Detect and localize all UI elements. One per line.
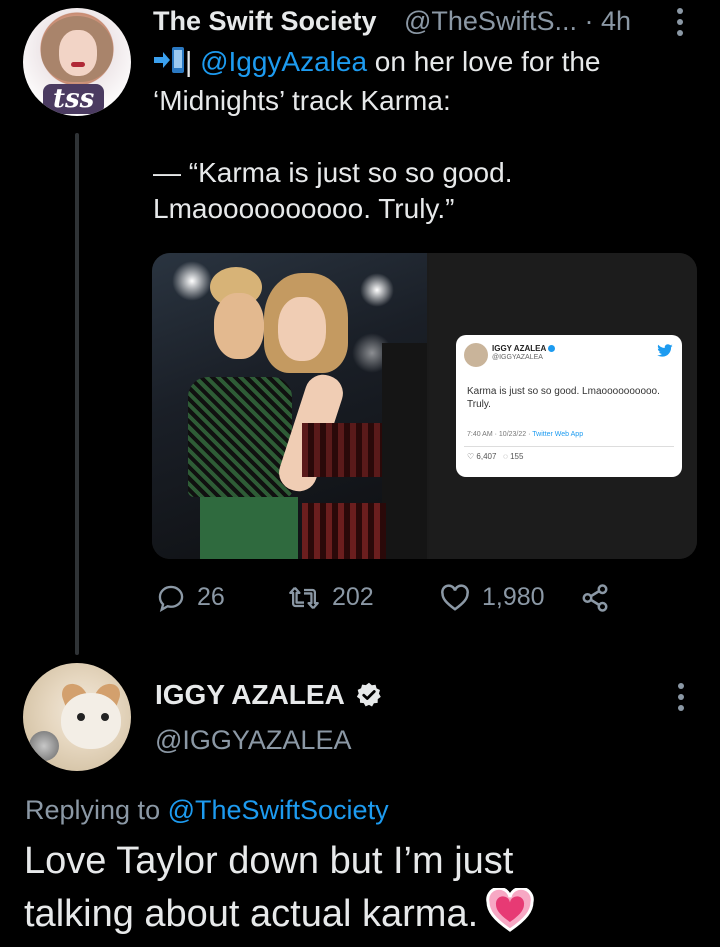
more-options-icon[interactable] [672,7,688,37]
tweet1-line4: — “Karma is just so so good. [153,157,513,188]
embedded-replies: 155 [510,452,524,461]
retweet-count: 202 [332,583,374,611]
tweet2-line1: Love Taylor down but I’m just [24,840,514,882]
replying-to: Replying to @TheSwiftSociety [25,795,389,826]
twitter-bird-icon [657,344,673,357]
tweet1-line2: ‘Midnights’ track Karma: [153,85,451,116]
like-button[interactable]: 1,980 [440,583,545,612]
embedded-like-icon: ♡ [467,452,475,461]
embedded-avatar [464,343,488,367]
tweet2-display-name[interactable]: IGGY AZALEA [155,679,345,711]
retweet-button[interactable]: 202 [288,583,374,612]
tweet-screenshot-panel[interactable]: IGGY AZALEA @IGGYAZALEA Karma is just so… [429,253,697,559]
tweet1-line5: Lmaoooooooooo. Truly.” [153,193,455,224]
photo-two-women[interactable] [152,253,427,559]
embedded-name: IGGY AZALEA [492,344,547,353]
tweet2-handle: @IGGYAZALEA [155,725,352,755]
thread-line [75,133,79,655]
embedded-source: Twitter Web App [532,431,584,438]
pink-heart-emoji [486,886,534,947]
embedded-likes: 6,407 [476,452,497,461]
heart-icon [441,583,469,611]
tweet1-display-name[interactable]: The Swift Society [153,6,377,37]
like-count: 1,980 [482,583,545,611]
tweet2-line2: talking about actual karma. [24,893,479,935]
tweet1-media[interactable]: IGGY AZALEA @IGGYAZALEA Karma is just so… [152,253,697,559]
replying-prefix: Replying to [25,795,168,825]
tweet1-text-separator: | [185,46,201,77]
avatar-mark: tss [43,84,105,114]
reply-button[interactable]: 26 [157,583,225,612]
mention-iggy-azalea[interactable]: @IggyAzalea [200,46,367,77]
share-icon [582,584,608,612]
embedded-handle: @IGGYAZALEA [492,354,543,361]
embedded-reply-icon: ◌ [503,452,508,461]
embedded-body: Karma is just so so good. Lmaoooooooooo.… [467,386,660,410]
tweet1-text: | @IggyAzalea on her love for the ‘Midni… [153,44,698,227]
verified-badge-icon [356,682,381,707]
tweet1-handle-time: @TheSwiftS... · 4h [404,6,631,36]
mention-the-swift-society[interactable]: @TheSwiftSociety [168,795,389,825]
embedded-time: 7:40 AM · 10/23/22 · [467,431,533,438]
reply-count: 26 [197,583,225,611]
arrow-into-phone-icon [153,46,185,83]
reply-icon [158,585,184,612]
avatar-iggy-azalea[interactable] [23,663,131,771]
share-button[interactable] [580,583,610,613]
avatar-the-swift-society[interactable]: tss [23,8,131,116]
tweet2-name-row[interactable]: IGGY AZALEA [155,679,383,711]
embedded-tweet-card: IGGY AZALEA @IGGYAZALEA Karma is just so… [456,335,682,477]
tweet1-line1-rest: on her love for the [367,46,601,77]
tweet2-text: Love Taylor down but I’m just talking ab… [24,835,704,947]
retweet-icon [289,586,319,609]
verified-badge-icon [548,345,556,352]
more-options-icon[interactable] [674,682,688,717]
